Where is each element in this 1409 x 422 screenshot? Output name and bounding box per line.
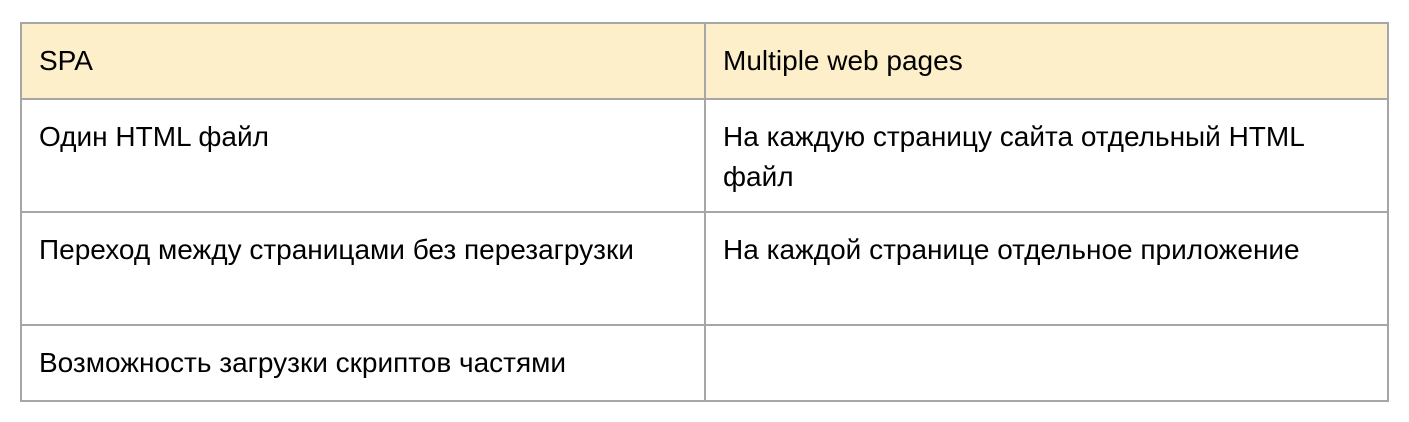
table-cell (704, 324, 1389, 402)
table-cell: Переход между страницами без перезагрузк… (20, 211, 706, 326)
header-cell-multiple-pages: Multiple web pages (704, 22, 1389, 100)
table-header-row: SPA Multiple web pages (20, 22, 1389, 100)
table-cell: Возможность загрузки скриптов частями (20, 324, 706, 402)
comparison-table: SPA Multiple web pages Один HTML файл На… (20, 22, 1389, 402)
table-row: Один HTML файл На каждую страницу сайта … (20, 98, 1389, 213)
table-row: Переход между страницами без перезагрузк… (20, 211, 1389, 326)
table-cell: На каждую страницу сайта отдельный HTML … (704, 98, 1389, 213)
table-row: Возможность загрузки скриптов частями (20, 324, 1389, 402)
table-cell: Один HTML файл (20, 98, 706, 213)
header-cell-spa: SPA (20, 22, 706, 100)
table-cell: На каждой странице отдельное приложение (704, 211, 1389, 326)
